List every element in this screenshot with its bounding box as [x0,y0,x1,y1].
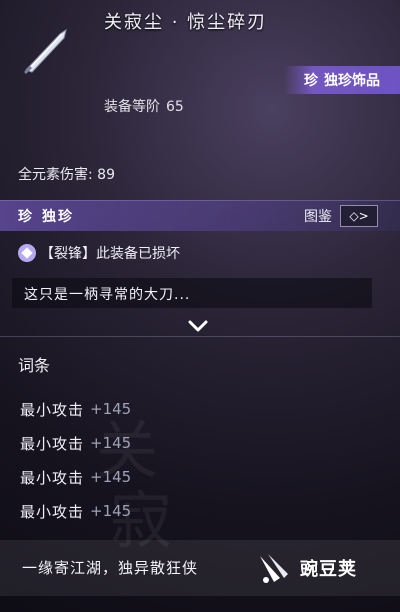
diamond-badge-icon [18,244,36,262]
affix-row: 最小攻击 +145 [20,460,131,494]
item-header: 关寂尘 · 惊尘碎刃 珍 独珍饰品 装备等阶 65 [0,0,400,120]
affix-name: 最小攻击 [20,502,85,521]
rarity-glyph: 珍 [18,209,32,225]
codex-button[interactable]: 图鉴 ◇> [304,205,378,227]
wandoujia-logo [260,554,288,583]
affix-row: 最小攻击 +145 [20,392,131,426]
rarity-name: 独珍 [42,209,74,225]
affix-list: 最小攻击 +145 最小攻击 +145 最小攻击 +145 最小攻击 +145 [20,392,131,528]
footer-bar: 一缘寄江湖，独异散狂侠 豌豆荚 [0,540,400,596]
description-box: 这只是一柄寻常的大刀... [12,278,372,308]
equip-level: 装备等阶 65 [104,96,184,116]
chevron-down-icon[interactable] [184,316,212,336]
affix-value: +145 [90,400,132,418]
affix-name: 最小攻击 [20,400,85,419]
damage-status: 【裂锋】此装备已损坏 [18,243,180,263]
rarity-tag-label: 独珍饰品 [324,73,380,89]
affix-name: 最小攻击 [20,468,85,487]
affix-row: 最小攻击 +145 [20,494,131,528]
damage-status-text: 【裂锋】此装备已损坏 [40,246,180,262]
affix-row: 最小攻击 +145 [20,426,131,460]
affix-value: +145 [90,434,132,452]
description-text: 这只是一柄寻常的大刀... [24,287,191,303]
rarity-tag: 珍 独珍饰品 [284,66,400,94]
affix-value: +145 [90,502,132,520]
footer-motto: 一缘寄江湖，独异散狂侠 [22,559,199,577]
equip-level-value: 65 [166,99,184,115]
codex-label: 图鉴 [304,209,332,225]
element-damage-stat: 全元素伤害: 89 [18,167,115,183]
rarity-tag-glyph: 珍 [304,73,318,89]
affix-value: +145 [90,468,132,486]
item-tooltip-panel: 关 寂 关寂尘 · 惊尘碎刃 珍 独珍饰品 装备等阶 65 全元素伤害: 89 珍… [0,0,400,612]
equip-level-label: 装备等阶 [104,99,160,115]
footer-brand: 豌豆荚 [300,559,357,580]
item-name: 关寂尘 · 惊尘碎刃 [104,12,268,33]
affix-title: 词条 [18,356,51,375]
section-divider [0,336,400,337]
blade-icon [24,28,67,74]
affix-name: 最小攻击 [20,434,85,453]
rarity-bar: 珍 独珍 图鉴 ◇> [0,200,400,231]
codex-arrow-icon[interactable]: ◇> [340,205,378,227]
